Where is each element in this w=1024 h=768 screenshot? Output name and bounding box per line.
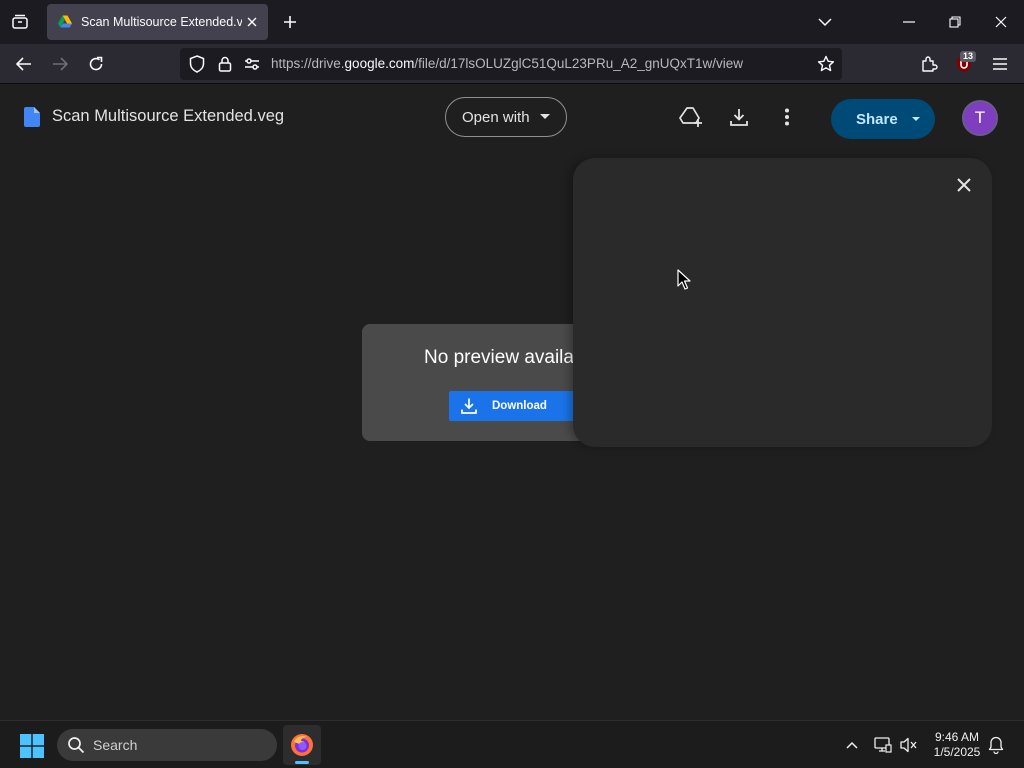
taskbar-firefox[interactable] bbox=[283, 725, 321, 765]
tab-list-icon[interactable] bbox=[8, 10, 32, 34]
document-icon bbox=[24, 107, 40, 127]
taskbar-search[interactable]: Search bbox=[57, 729, 277, 761]
firefox-icon bbox=[291, 734, 313, 756]
browser-tab-active[interactable]: Scan Multisource Extended.veg bbox=[47, 4, 268, 40]
volume-muted-icon[interactable] bbox=[899, 735, 919, 755]
url-bar[interactable]: https://drive.google.com/file/d/17lsOLUZ… bbox=[180, 48, 842, 80]
tab-title: Scan Multisource Extended.veg bbox=[81, 15, 242, 29]
clock-date: 1/5/2025 bbox=[933, 745, 981, 759]
download-icon[interactable] bbox=[727, 105, 751, 129]
download-label: Download bbox=[492, 400, 547, 412]
open-with-button[interactable]: Open with bbox=[445, 97, 567, 137]
close-icon[interactable] bbox=[952, 173, 976, 197]
tab-close-icon[interactable] bbox=[244, 14, 260, 30]
share-button[interactable]: Share bbox=[831, 99, 935, 139]
browser-navbar: https://drive.google.com/file/d/17lsOLUZ… bbox=[0, 44, 1024, 84]
hamburger-menu-icon[interactable] bbox=[988, 52, 1012, 76]
reload-icon[interactable] bbox=[84, 52, 108, 76]
avatar[interactable]: T bbox=[962, 100, 998, 136]
windows-taskbar: Search 9:46 AM 1/5/2025 bbox=[0, 720, 1024, 768]
minimize-icon[interactable] bbox=[897, 10, 921, 34]
close-window-icon[interactable] bbox=[989, 10, 1013, 34]
back-arrow-icon[interactable] bbox=[12, 52, 36, 76]
mouse-cursor-icon bbox=[677, 269, 691, 290]
side-panel bbox=[573, 158, 992, 447]
taskbar-clock[interactable]: 9:46 AM 1/5/2025 bbox=[926, 730, 988, 760]
search-label: Search bbox=[93, 737, 138, 753]
chevron-down-icon[interactable] bbox=[813, 10, 837, 34]
running-indicator bbox=[295, 761, 309, 764]
shield-icon[interactable] bbox=[188, 55, 206, 73]
extension-badge-count: 13 bbox=[960, 51, 977, 62]
extensions-puzzle-icon[interactable] bbox=[917, 52, 941, 76]
share-caret-icon[interactable] bbox=[912, 117, 920, 121]
bookmark-star-icon[interactable] bbox=[817, 55, 835, 73]
caret-down-icon bbox=[540, 114, 550, 119]
browser-tabbar: Scan Multisource Extended.veg bbox=[0, 0, 1024, 44]
more-vert-icon[interactable] bbox=[775, 105, 799, 129]
network-icon[interactable] bbox=[873, 735, 893, 755]
forward-arrow-icon[interactable] bbox=[48, 52, 72, 76]
file-title: Scan Multisource Extended.veg bbox=[52, 107, 285, 125]
download-icon bbox=[461, 398, 477, 414]
open-with-label: Open with bbox=[462, 108, 530, 126]
download-button[interactable]: Download bbox=[449, 391, 589, 421]
share-label: Share bbox=[856, 111, 898, 128]
windows-start-icon[interactable] bbox=[20, 734, 44, 758]
url-text: https://drive.google.com/file/d/17lsOLUZ… bbox=[271, 56, 744, 71]
google-drive-icon bbox=[58, 15, 72, 28]
clock-time: 9:46 AM bbox=[934, 730, 980, 744]
search-icon bbox=[68, 737, 85, 754]
lock-icon[interactable] bbox=[216, 55, 234, 73]
page-settings-icon[interactable] bbox=[243, 55, 261, 73]
new-tab-icon[interactable] bbox=[278, 10, 302, 34]
chevron-up-icon[interactable] bbox=[842, 735, 862, 755]
restore-icon[interactable] bbox=[943, 10, 967, 34]
add-to-drive-icon[interactable] bbox=[679, 105, 703, 129]
notification-bell-icon[interactable] bbox=[986, 735, 1006, 755]
